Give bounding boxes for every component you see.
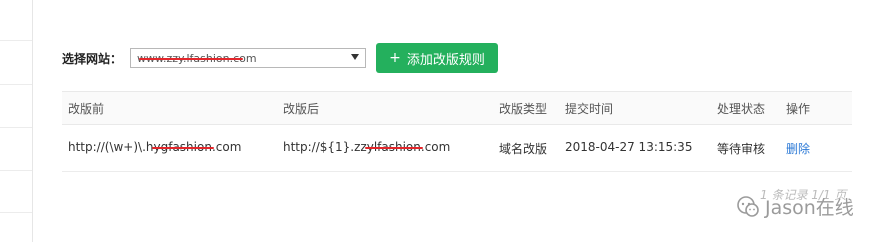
col-after: 改版后 xyxy=(283,102,320,116)
site-filter-label: 选择网站： xyxy=(62,51,123,66)
cell-after-suffix: .com xyxy=(420,140,451,154)
cell-type: 域名改版 xyxy=(499,142,548,156)
rules-table: 改版前 改版后 改版类型 提交时间 处理状态 操作 http://(\w+)\.… xyxy=(62,91,852,172)
watermark: Jason在线 xyxy=(735,193,854,220)
cell-time: 2018-04-27 13:15:35 xyxy=(565,140,693,154)
site-filter: 选择网站： www.zzy.lfashion.com xyxy=(62,43,367,73)
left-sidebar xyxy=(0,0,33,242)
watermark-text: Jason在线 xyxy=(765,197,854,219)
cell-before-redacted: ygfashion xyxy=(151,140,214,154)
redaction-mark xyxy=(364,147,423,149)
cell-after-redacted: ylfashion xyxy=(364,140,423,154)
cell-before-suffix: .com xyxy=(211,140,242,154)
site-select[interactable]: www.zzy.lfashion.com xyxy=(130,48,367,68)
col-action: 操作 xyxy=(786,102,811,116)
cell-before-prefix: http://(\w+)\.h xyxy=(68,140,154,154)
sidebar-divider xyxy=(0,84,32,85)
sidebar-divider xyxy=(0,40,32,41)
col-status: 处理状态 xyxy=(717,102,766,116)
table-row: http://(\w+)\.hygfashion.com http://${1}… xyxy=(62,125,852,172)
cell-after-prefix: http://${1}.zz xyxy=(283,140,367,154)
wechat-icon xyxy=(737,195,759,217)
redaction-mark xyxy=(151,147,214,149)
col-before: 改版前 xyxy=(68,102,105,116)
col-type: 改版类型 xyxy=(499,102,548,116)
table-header: 改版前 改版后 改版类型 提交时间 处理状态 操作 xyxy=(62,91,852,125)
sidebar-divider xyxy=(0,212,32,213)
col-time: 提交时间 xyxy=(565,102,614,116)
delete-link[interactable]: 删除 xyxy=(786,140,810,157)
add-rule-button[interactable]: + 添加改版规则 xyxy=(376,43,498,73)
plus-icon: + xyxy=(389,50,401,66)
cell-before: http://(\w+)\.hygfashion.com xyxy=(68,140,241,154)
redaction-mark xyxy=(139,58,244,60)
sidebar-divider xyxy=(0,170,32,171)
sidebar-divider xyxy=(0,127,32,128)
chevron-down-icon[interactable] xyxy=(351,54,360,60)
cell-status: 等待审核 xyxy=(717,142,766,156)
add-rule-label: 添加改版规则 xyxy=(406,52,485,68)
cell-after: http://${1}.zzylfashion.com xyxy=(283,140,450,154)
